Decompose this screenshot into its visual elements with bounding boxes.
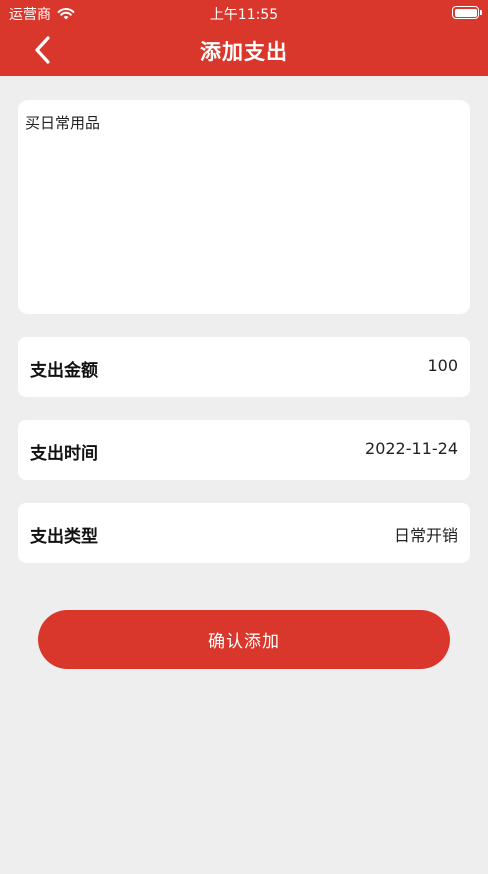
- note-textarea[interactable]: 买日常用品: [18, 100, 470, 314]
- page-title: 添加支出: [200, 40, 288, 64]
- confirm-add-label: 确认添加: [208, 632, 280, 652]
- type-field[interactable]: 支出类型 日常开销: [18, 503, 470, 563]
- type-label: 支出类型: [30, 527, 98, 547]
- header: 运营商 上午11:55 添加支出: [0, 0, 488, 76]
- note-text: 买日常用品: [25, 114, 101, 132]
- status-time: 上午11:55: [209, 7, 279, 23]
- battery-icon: [452, 6, 482, 19]
- date-label: 支出时间: [30, 444, 98, 464]
- amount-value: 100: [427, 356, 458, 375]
- amount-field[interactable]: 支出金额 100: [18, 337, 470, 397]
- type-value: 日常开销: [393, 526, 458, 545]
- date-value: 2022-11-24: [365, 439, 458, 458]
- battery-level: [454, 8, 477, 17]
- amount-label: 支出金额: [30, 361, 98, 381]
- nav-bar: 添加支出: [0, 24, 488, 76]
- confirm-add-button[interactable]: 确认添加: [38, 610, 450, 669]
- status-bar: 运营商 上午11:55: [0, 0, 488, 24]
- date-field[interactable]: 支出时间 2022-11-24: [18, 420, 470, 480]
